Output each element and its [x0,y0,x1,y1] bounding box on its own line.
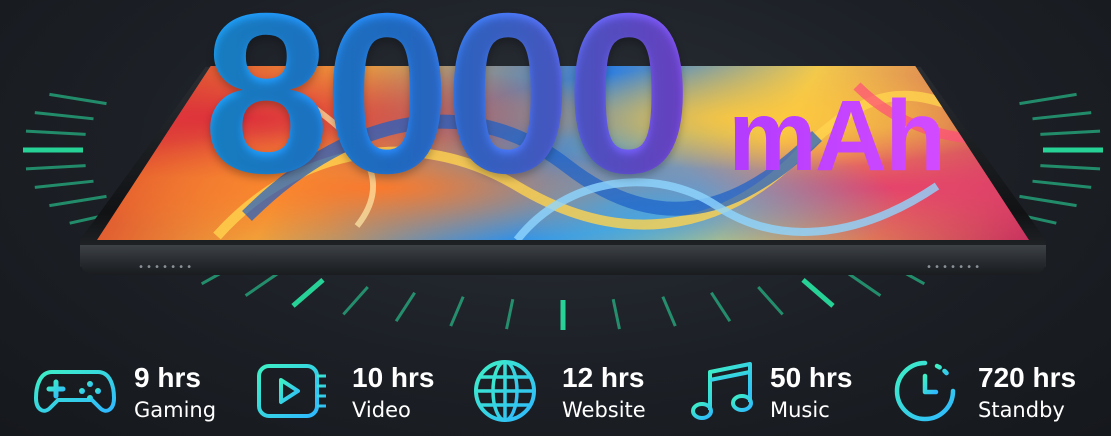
usage-feature-row: 9 hrs Gaming 10 hrs Video 12 hrs Website [0,356,1111,436]
tick-mark [1040,129,1101,136]
gamepad-icon [34,370,116,413]
speaker-grille-left: ••••••• [138,262,195,273]
tablet-rim [80,245,1046,275]
tick-mark [394,291,416,323]
music-note-icon [691,362,753,420]
tick-mark [25,129,86,136]
battery-capacity-unit: mAh [728,80,946,192]
tick-mark [661,296,677,327]
clock-icon [894,360,956,422]
feature-hours: 720 hrs [978,362,1077,393]
feature-hours: 50 hrs [770,362,853,393]
globe-icon [474,360,536,422]
tick-mark [611,298,621,330]
tick-mark [1040,164,1101,171]
feature-label: Video [352,398,411,422]
video-play-icon [257,364,326,418]
tick-mark [449,296,465,327]
tick-mark [710,291,732,323]
tick-mark [505,298,515,330]
tick-mark [291,278,325,308]
tick-mark [34,111,94,121]
battery-banner: ••••••• ••••••• 8000 mAh 9 hrs Gaming 10… [0,0,1111,436]
tick-mark [25,164,86,171]
speaker-grille-right: ••••••• [926,262,983,273]
feature-website: 12 hrs Website [472,356,672,436]
feature-hours: 12 hrs [562,362,645,393]
tick-mark [1032,179,1092,189]
feature-label: Website [562,398,646,422]
feature-hours: 9 hrs [134,362,201,393]
tick-mark [801,278,835,308]
tick-mark [34,179,94,189]
feature-label: Standby [978,398,1065,422]
tick-mark [757,286,784,316]
tick-mark [49,194,107,208]
feature-label: Music [770,398,830,422]
tick-mark [1019,92,1077,106]
feature-music: 50 hrs Music [690,356,890,436]
feature-video: 10 hrs Video [256,356,456,436]
feature-label: Gaming [134,398,217,422]
tick-mark [1019,194,1077,208]
feature-gaming: 9 hrs Gaming [34,356,234,436]
feature-standby: 720 hrs Standby [892,356,1107,436]
tick-mark [342,286,369,316]
tick-mark [49,92,107,106]
battery-capacity-number: 8000 [203,0,692,208]
feature-hours: 10 hrs [352,362,435,393]
tick-mark [1032,111,1092,121]
